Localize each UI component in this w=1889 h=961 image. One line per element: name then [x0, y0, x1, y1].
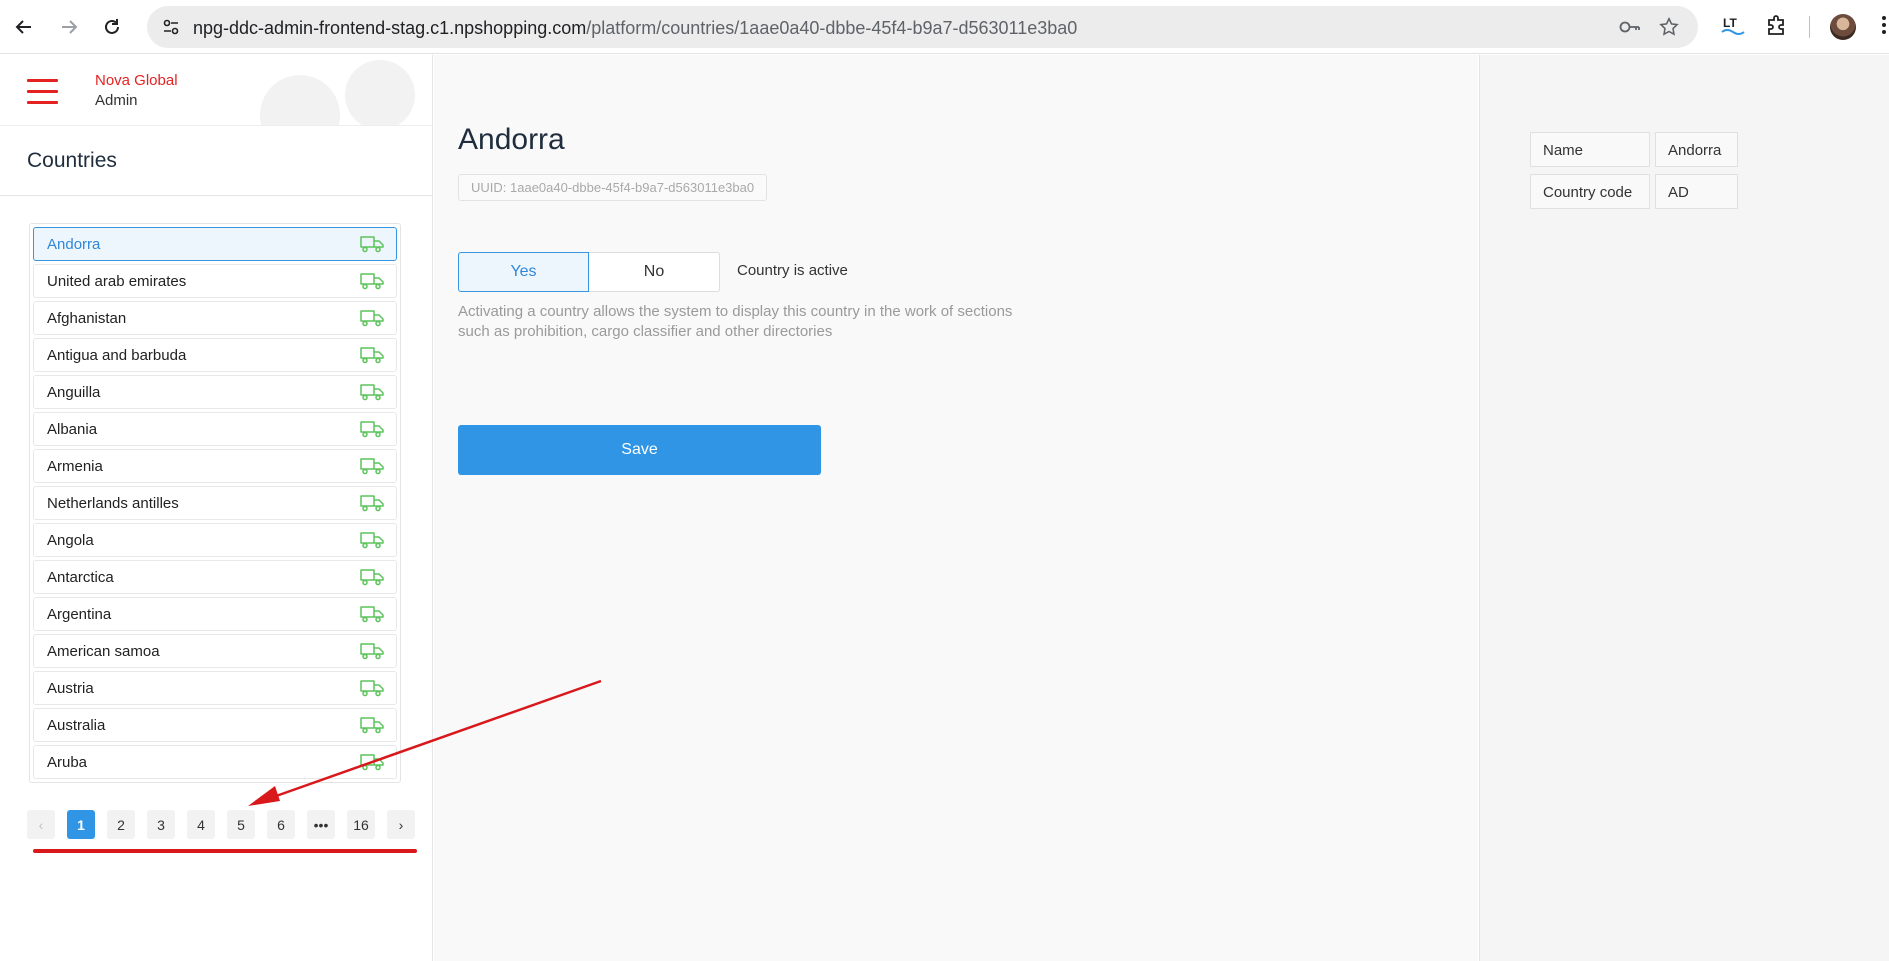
save-button[interactable]: Save [458, 425, 821, 475]
country-name: Albania [47, 421, 98, 438]
pagination-next-button[interactable]: › [387, 810, 415, 839]
delivery-truck-icon [360, 494, 384, 517]
password-key-icon[interactable] [1618, 17, 1642, 42]
active-label: Country is active [737, 262, 848, 279]
browser-toolbar: npg-ddc-admin-frontend-stag.c1.npshoppin… [0, 0, 1889, 54]
country-list: Andorra United arab emirates Afghanistan An… [29, 223, 401, 783]
country-name: Aruba [47, 754, 88, 771]
delivery-truck-icon [360, 679, 384, 702]
pagination-page-button[interactable]: 5 [227, 810, 255, 839]
sidebar: Nova Global Admin Countries Andorra Unite… [0, 55, 433, 961]
hamburger-menu-icon[interactable] [27, 79, 58, 104]
delivery-truck-icon [360, 420, 384, 443]
delivery-truck-icon [360, 383, 384, 406]
delivery-truck-icon [360, 753, 384, 776]
name-label: Name [1530, 132, 1650, 167]
country-list-item[interactable]: Angola [33, 523, 397, 557]
country-list-item[interactable]: Albania [33, 412, 397, 446]
section-title: Countries [27, 149, 117, 172]
main-content: Andorra UUID: 1aae0a40-dbbe-45f4-b9a7-d5… [434, 55, 1478, 961]
brand-subtitle: Admin [95, 92, 138, 109]
country-name: Netherlands antilles [47, 495, 179, 512]
delivery-truck-icon [360, 457, 384, 480]
pagination-page-button[interactable]: 6 [267, 810, 295, 839]
extensions-puzzle-icon[interactable] [1764, 12, 1790, 43]
country-name: Australia [47, 717, 106, 734]
delivery-truck-icon [360, 642, 384, 665]
country-list-item[interactable]: Anguilla [33, 375, 397, 409]
country-list-item[interactable]: Australia [33, 708, 397, 742]
country-name: Antarctica [47, 569, 114, 586]
delivery-truck-icon [360, 605, 384, 628]
pagination-prev-button[interactable]: ‹ [27, 810, 55, 839]
country-list-item[interactable]: Armenia [33, 449, 397, 483]
country-list-item[interactable]: Afghanistan [33, 301, 397, 335]
more-menu-icon[interactable] [1880, 12, 1888, 43]
pagination-page-button[interactable]: 3 [147, 810, 175, 839]
country-name: Anguilla [47, 384, 101, 401]
pagination-page-button[interactable]: 16 [347, 810, 375, 839]
country-name: American samoa [47, 643, 160, 660]
details-panel: Name Andorra Country code AD [1479, 55, 1889, 961]
profile-avatar[interactable] [1830, 14, 1856, 40]
delivery-truck-icon [360, 272, 384, 295]
pagination-page-button[interactable]: 4 [187, 810, 215, 839]
delivery-truck-icon [360, 568, 384, 591]
country-name: Antigua and barbuda [47, 347, 187, 364]
uuid-badge: UUID: 1aae0a40-dbbe-45f4-b9a7-d563011e3b… [458, 174, 768, 201]
country-list-item[interactable]: Aruba [33, 745, 397, 779]
delivery-truck-icon [360, 309, 384, 332]
brand-watermark-icon [260, 60, 415, 125]
pagination-page-button[interactable]: 2 [107, 810, 135, 839]
delivery-truck-icon [360, 716, 384, 739]
country-name: Angola [47, 532, 94, 549]
country-name: Afghanistan [47, 310, 127, 327]
delivery-truck-icon [360, 346, 384, 369]
help-text-line: such as prohibition, cargo classifier an… [458, 323, 833, 340]
url-text: npg-ddc-admin-frontend-stag.c1.npshoppin… [193, 18, 1078, 38]
delivery-truck-icon [360, 235, 384, 258]
toggle-no-button[interactable]: No [589, 252, 720, 292]
brand-name: Nova Global [95, 72, 178, 89]
country-list-item[interactable]: Argentina [33, 597, 397, 631]
pagination-page-button[interactable]: 1 [67, 810, 95, 839]
country-list-item[interactable]: United arab emirates [33, 264, 397, 298]
delivery-truck-icon [360, 531, 384, 554]
country-list-item[interactable]: Antarctica [33, 560, 397, 594]
country-name: Austria [47, 680, 94, 697]
country-code-value: AD [1655, 174, 1738, 209]
sidebar-header: Nova Global Admin [0, 55, 433, 126]
forward-icon[interactable] [54, 12, 84, 42]
country-name: Argentina [47, 606, 112, 623]
lt-extension-icon[interactable]: LT [1720, 12, 1746, 43]
svg-text:LT: LT [1723, 16, 1737, 30]
active-toggle: Yes No [458, 252, 720, 292]
country-list-item[interactable]: Antigua and barbuda [33, 338, 397, 372]
divider [0, 195, 433, 196]
country-name: United arab emirates [47, 273, 187, 290]
help-text-line: Activating a country allows the system t… [458, 303, 1013, 320]
toolbar-divider [1809, 16, 1810, 38]
country-name: Armenia [47, 458, 103, 475]
country-list-item[interactable]: American samoa [33, 634, 397, 668]
back-icon[interactable] [9, 12, 39, 42]
site-settings-icon[interactable] [161, 17, 181, 42]
bookmark-star-icon[interactable] [1658, 16, 1680, 43]
country-code-label: Country code [1530, 174, 1650, 209]
brand-logo-text[interactable]: Nova Global Admin [95, 71, 178, 111]
toggle-yes-button[interactable]: Yes [458, 252, 589, 292]
page-title: Andorra [458, 123, 565, 156]
country-list-item[interactable]: Andorra [33, 227, 397, 261]
country-list-item[interactable]: Austria [33, 671, 397, 705]
reload-icon[interactable] [97, 12, 127, 42]
help-text: Activating a country allows the system t… [458, 302, 1078, 342]
name-value: Andorra [1655, 132, 1738, 167]
pagination-page-button[interactable]: ••• [307, 810, 335, 839]
country-list-item[interactable]: Netherlands antilles [33, 486, 397, 520]
address-bar[interactable]: npg-ddc-admin-frontend-stag.c1.npshoppin… [147, 6, 1698, 48]
country-name: Andorra [47, 236, 101, 253]
